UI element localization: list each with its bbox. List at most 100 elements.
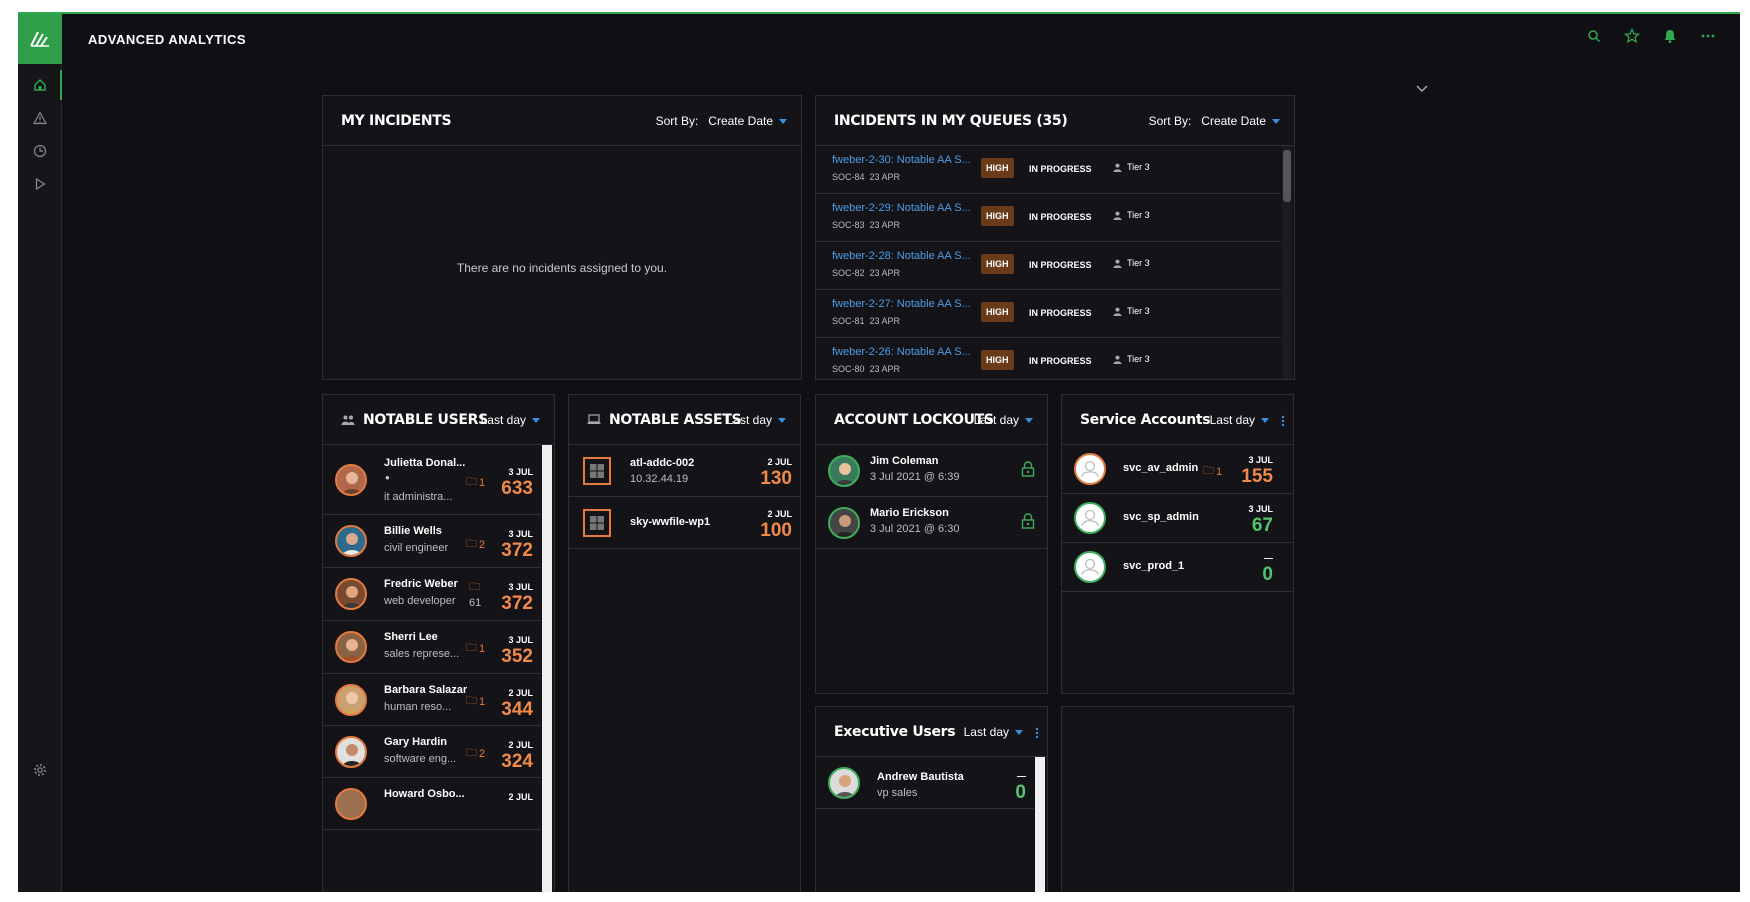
user-row[interactable]: Billie Wells civil engineer 🗀 2 3 JUL 372 (323, 515, 541, 568)
incident-count: 🗀 1 (466, 473, 485, 492)
count-value: 1 (479, 695, 486, 708)
score-date: 2 JUL (767, 457, 792, 467)
scrollbar-thumb[interactable] (1283, 150, 1291, 202)
user-name[interactable]: Barbara Salazar (384, 684, 474, 696)
lockout-row[interactable]: Jim Coleman 3 Jul 2021 @ 6:39 (816, 445, 1047, 497)
caret-down-icon (779, 118, 787, 124)
service-account-row[interactable]: svc_av_admin 🗀 1 3 JUL 155 (1062, 445, 1293, 494)
incident-date: 23 APR (869, 172, 901, 182)
user-name[interactable]: Billie Wells (384, 525, 474, 537)
range-value: Last day (1209, 413, 1255, 427)
user-row[interactable]: Sherri Lee sales represe... 🗀 1 3 JUL 352 (323, 621, 541, 674)
scrollbar-track[interactable] (542, 445, 552, 892)
notable-users-range[interactable]: Last day (481, 413, 540, 427)
user-name[interactable]: Gary Hardin (384, 736, 474, 748)
lock-icon[interactable] (1021, 513, 1035, 534)
user-name[interactable]: Sherri Lee (384, 631, 474, 643)
assignee: Tier 3 (1113, 162, 1150, 172)
queue-incidents-title: INCIDENTS IN MY QUEUES (35) (834, 113, 1068, 129)
tier-label: Tier 3 (1127, 354, 1150, 364)
user-row[interactable]: Fredric Weber web developer 🗀 61 3 JUL 3… (323, 568, 541, 621)
incident-count: 🗀 1 (1203, 462, 1222, 481)
incident-row[interactable]: fweber-2-28: Notable AA S... SOC-82 23 A… (816, 242, 1281, 290)
incident-link[interactable]: fweber-2-27: Notable AA S... (832, 298, 972, 310)
risk-score: 372 (501, 593, 533, 614)
count-value: 1 (479, 642, 486, 655)
incident-link[interactable]: fweber-2-29: Notable AA S... (832, 202, 972, 214)
search-icon[interactable] (1582, 24, 1606, 48)
count-value: 1 (479, 476, 486, 489)
user-row[interactable]: Howard Osbo... 2 JUL (323, 778, 541, 830)
user-name[interactable]: Howard Osbo... (384, 788, 474, 800)
gear-icon[interactable] (30, 760, 50, 780)
executive-users-title: Executive Users (834, 724, 956, 740)
user-name[interactable]: Jim Coleman (870, 455, 938, 467)
incident-meta: SOC-83 23 APR (832, 220, 900, 230)
asset-row[interactable]: sky-wwfile-wp1 2 JUL 100 (569, 497, 800, 549)
chevron-down-icon[interactable] (1416, 80, 1428, 98)
incident-date: 23 APR (869, 268, 901, 278)
account-name[interactable]: svc_av_admin (1123, 462, 1198, 474)
avatar (828, 455, 860, 487)
star-icon[interactable] (1620, 24, 1644, 48)
asset-row[interactable]: atl-addc-002 10.32.44.19 2 JUL 130 (569, 445, 800, 497)
notable-assets-range[interactable]: Last day (727, 413, 786, 427)
queue-incidents-sort[interactable]: Sort By: Create Date (1149, 114, 1280, 128)
asset-name[interactable]: atl-addc-002 (630, 457, 694, 469)
incident-row[interactable]: fweber-2-26: Notable AA S... SOC-80 23 A… (816, 338, 1281, 379)
service-accounts-range[interactable]: Last day (1210, 413, 1269, 427)
priority-badge: HIGH (981, 254, 1014, 274)
avatar (828, 767, 860, 799)
app-window: ADVANCED ANALYTICS MY INCIDENTS Sort By:… (18, 12, 1740, 892)
home-icon[interactable] (30, 75, 50, 95)
user-row[interactable]: Gary Hardin software eng... 🗀 2 2 JUL 324 (323, 726, 541, 778)
incident-id: SOC-80 (832, 364, 865, 374)
laptop-icon (587, 414, 601, 424)
score-date: — (1264, 553, 1273, 563)
play-icon[interactable] (30, 174, 50, 194)
logo[interactable] (18, 14, 62, 64)
user-name[interactable]: Julietta Donal... (384, 457, 474, 469)
incident-link[interactable]: fweber-2-26: Notable AA S... (832, 346, 972, 358)
account-name[interactable]: svc_sp_admin (1123, 511, 1199, 523)
scrollbar-track[interactable] (1035, 757, 1045, 892)
account-lockouts-range[interactable]: Last day (974, 413, 1033, 427)
user-row[interactable]: Barbara Salazar human reso... 🗀 1 2 JUL 3… (323, 674, 541, 726)
notable-assets-panel: NOTABLE ASSETS Last day atl-addc-002 10.… (568, 394, 801, 892)
user-role: civil engineer (384, 542, 449, 554)
lockout-row[interactable]: Mario Erickson 3 Jul 2021 @ 6:30 (816, 497, 1047, 549)
bell-icon[interactable] (1658, 24, 1682, 48)
kebab-menu-icon[interactable] (1281, 415, 1285, 427)
lockout-time: 3 Jul 2021 @ 6:30 (870, 523, 960, 535)
incident-link[interactable]: fweber-2-30: Notable AA S... (832, 154, 972, 166)
user-row[interactable]: Julietta Donal... ● it administra... 🗀 1 … (323, 445, 541, 515)
asset-name[interactable]: sky-wwfile-wp1 (630, 516, 710, 528)
executive-user-row[interactable]: Andrew Bautista vp sales — 0 (816, 757, 1034, 809)
user-name[interactable]: Fredric Weber (384, 578, 474, 590)
executive-users-range[interactable]: Last day (964, 725, 1023, 739)
lockout-time: 3 Jul 2021 @ 6:39 (870, 471, 960, 483)
incident-row[interactable]: fweber-2-29: Notable AA S... SOC-83 23 A… (816, 194, 1281, 242)
avatar (335, 578, 367, 610)
notable-assets-header: NOTABLE ASSETS Last day (569, 395, 800, 445)
incident-row[interactable]: fweber-2-27: Notable AA S... SOC-81 23 A… (816, 290, 1281, 338)
notable-users-panel: NOTABLE USERS Last day Julietta Donal...… (322, 394, 555, 892)
my-incidents-sort[interactable]: Sort By: Create Date (656, 114, 787, 128)
user-name[interactable]: Andrew Bautista (877, 771, 964, 783)
folder-icon: 🗀 (466, 747, 477, 759)
incident-id: SOC-83 (832, 220, 865, 230)
kebab-menu-icon[interactable] (1035, 727, 1039, 739)
status-dot: ● (385, 473, 390, 482)
service-account-row[interactable]: svc_sp_admin 3 JUL 67 (1062, 494, 1293, 543)
user-name[interactable]: Mario Erickson (870, 507, 949, 519)
lock-icon[interactable] (1021, 461, 1035, 482)
service-account-row[interactable]: svc_prod_1 — 0 (1062, 543, 1293, 592)
incident-row[interactable]: fweber-2-30: Notable AA S... SOC-84 23 A… (816, 146, 1281, 194)
clock-icon[interactable] (30, 141, 50, 161)
sort-label: Sort By: (655, 114, 699, 128)
account-name[interactable]: svc_prod_1 (1123, 560, 1184, 572)
tier-label: Tier 3 (1127, 258, 1150, 268)
alert-icon[interactable] (30, 108, 50, 128)
more-icon[interactable] (1696, 24, 1720, 48)
incident-link[interactable]: fweber-2-28: Notable AA S... (832, 250, 972, 262)
